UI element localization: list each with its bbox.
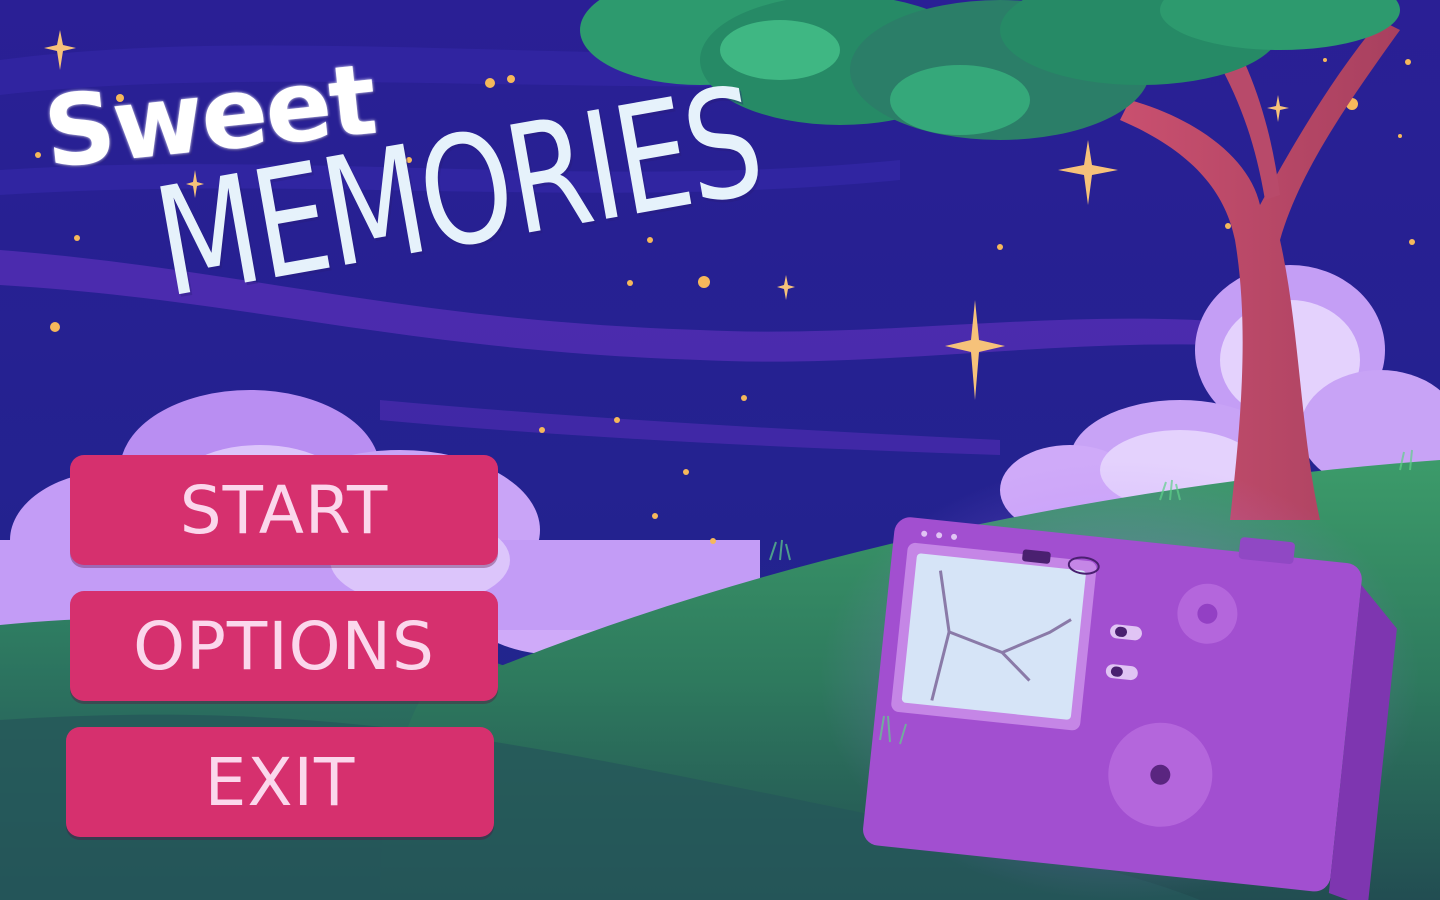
- exit-button[interactable]: EXIT: [66, 727, 494, 837]
- camera-icon: [863, 517, 1397, 900]
- exit-button-label: EXIT: [204, 743, 356, 821]
- options-button[interactable]: OPTIONS: [70, 591, 498, 701]
- options-button-label: OPTIONS: [133, 607, 435, 685]
- start-button[interactable]: START: [70, 455, 498, 565]
- main-menu-screen: Sweet MEMORIES START OPTIONS EXIT: [0, 0, 1440, 900]
- start-button-label: START: [179, 471, 389, 549]
